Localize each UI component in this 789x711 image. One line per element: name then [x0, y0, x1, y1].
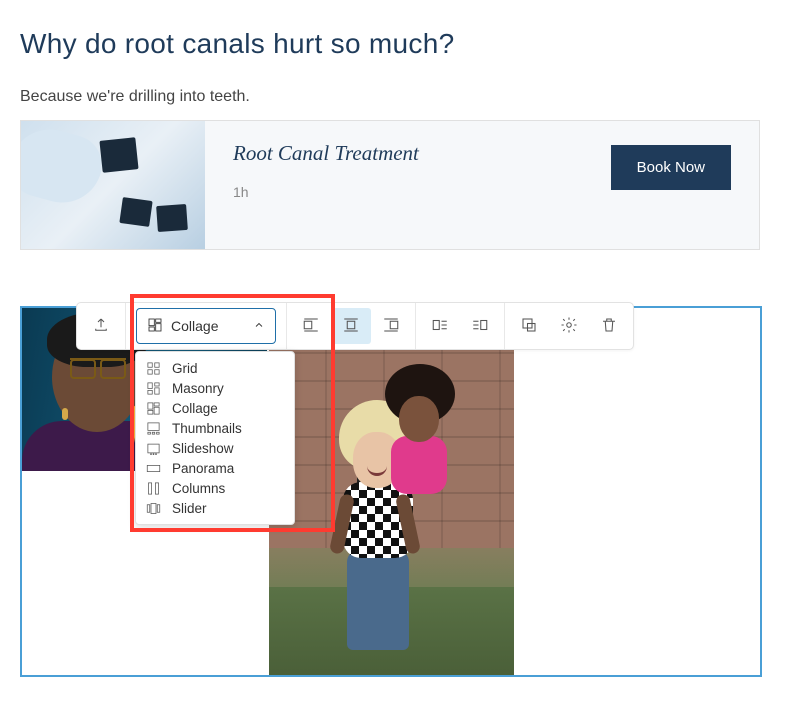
- layout-option-label: Masonry: [172, 381, 224, 396]
- wrap-right-icon: [471, 316, 489, 337]
- gallery-block[interactable]: [20, 306, 762, 677]
- layout-option-label: Slideshow: [172, 441, 234, 456]
- book-now-button[interactable]: Book Now: [611, 145, 731, 190]
- service-image: [21, 121, 205, 249]
- align-left-icon: [302, 316, 320, 337]
- wrap-right-button[interactable]: [460, 308, 500, 344]
- align-center-button[interactable]: [331, 308, 371, 344]
- service-title: Root Canal Treatment: [233, 141, 419, 166]
- align-right-button[interactable]: [371, 308, 411, 344]
- wrap-left-button[interactable]: [420, 308, 460, 344]
- chevron-up-icon: [253, 318, 265, 334]
- layout-option-label: Thumbnails: [172, 421, 242, 436]
- layout-selected-label: Collage: [171, 318, 218, 334]
- collage-icon: [147, 317, 163, 336]
- wrap-left-icon: [431, 316, 449, 337]
- layout-option-thumbnails[interactable]: Thumbnails: [136, 418, 294, 438]
- service-card: Root Canal Treatment 1h Book Now: [20, 120, 760, 250]
- slideshow-icon: [146, 441, 164, 456]
- layout-dropdown-menu: Grid Masonry Collage Thumbnails: [135, 351, 295, 525]
- layout-option-masonry[interactable]: Masonry: [136, 378, 294, 398]
- page-subtitle: Because we're drilling into teeth.: [20, 88, 769, 106]
- panorama-icon: [146, 461, 164, 476]
- layout-option-label: Columns: [172, 481, 225, 496]
- align-center-icon: [342, 316, 360, 337]
- layout-option-grid[interactable]: Grid: [136, 358, 294, 378]
- page-heading: Why do root canals hurt so much?: [20, 28, 769, 60]
- slider-icon: [146, 501, 164, 516]
- upload-button[interactable]: [81, 308, 121, 344]
- service-duration: 1h: [233, 184, 419, 200]
- layout-option-collage[interactable]: Collage: [136, 398, 294, 418]
- masonry-icon: [146, 381, 164, 396]
- layout-option-label: Slider: [172, 501, 207, 516]
- upload-icon: [92, 316, 110, 337]
- columns-icon: [146, 481, 164, 496]
- layout-option-label: Collage: [172, 401, 218, 416]
- layout-option-slideshow[interactable]: Slideshow: [136, 438, 294, 458]
- layout-option-label: Grid: [172, 361, 198, 376]
- layout-option-columns[interactable]: Columns: [136, 478, 294, 498]
- layout-option-panorama[interactable]: Panorama: [136, 458, 294, 478]
- layout-option-label: Panorama: [172, 461, 234, 476]
- settings-button[interactable]: [549, 308, 589, 344]
- gallery-image-2: [269, 308, 514, 677]
- gear-icon: [560, 316, 578, 337]
- trash-icon: [600, 316, 618, 337]
- align-left-button[interactable]: [291, 308, 331, 344]
- delete-button[interactable]: [589, 308, 629, 344]
- link-button[interactable]: [509, 308, 549, 344]
- link-icon: [520, 316, 538, 337]
- gallery-toolbar: Collage Grid Masonry Collage: [76, 302, 634, 350]
- collage-icon: [146, 401, 164, 416]
- grid-icon: [146, 361, 164, 376]
- layout-dropdown[interactable]: Collage Grid Masonry Collage: [136, 308, 276, 344]
- align-right-icon: [382, 316, 400, 337]
- thumbnails-icon: [146, 421, 164, 436]
- layout-option-slider[interactable]: Slider: [136, 498, 294, 518]
